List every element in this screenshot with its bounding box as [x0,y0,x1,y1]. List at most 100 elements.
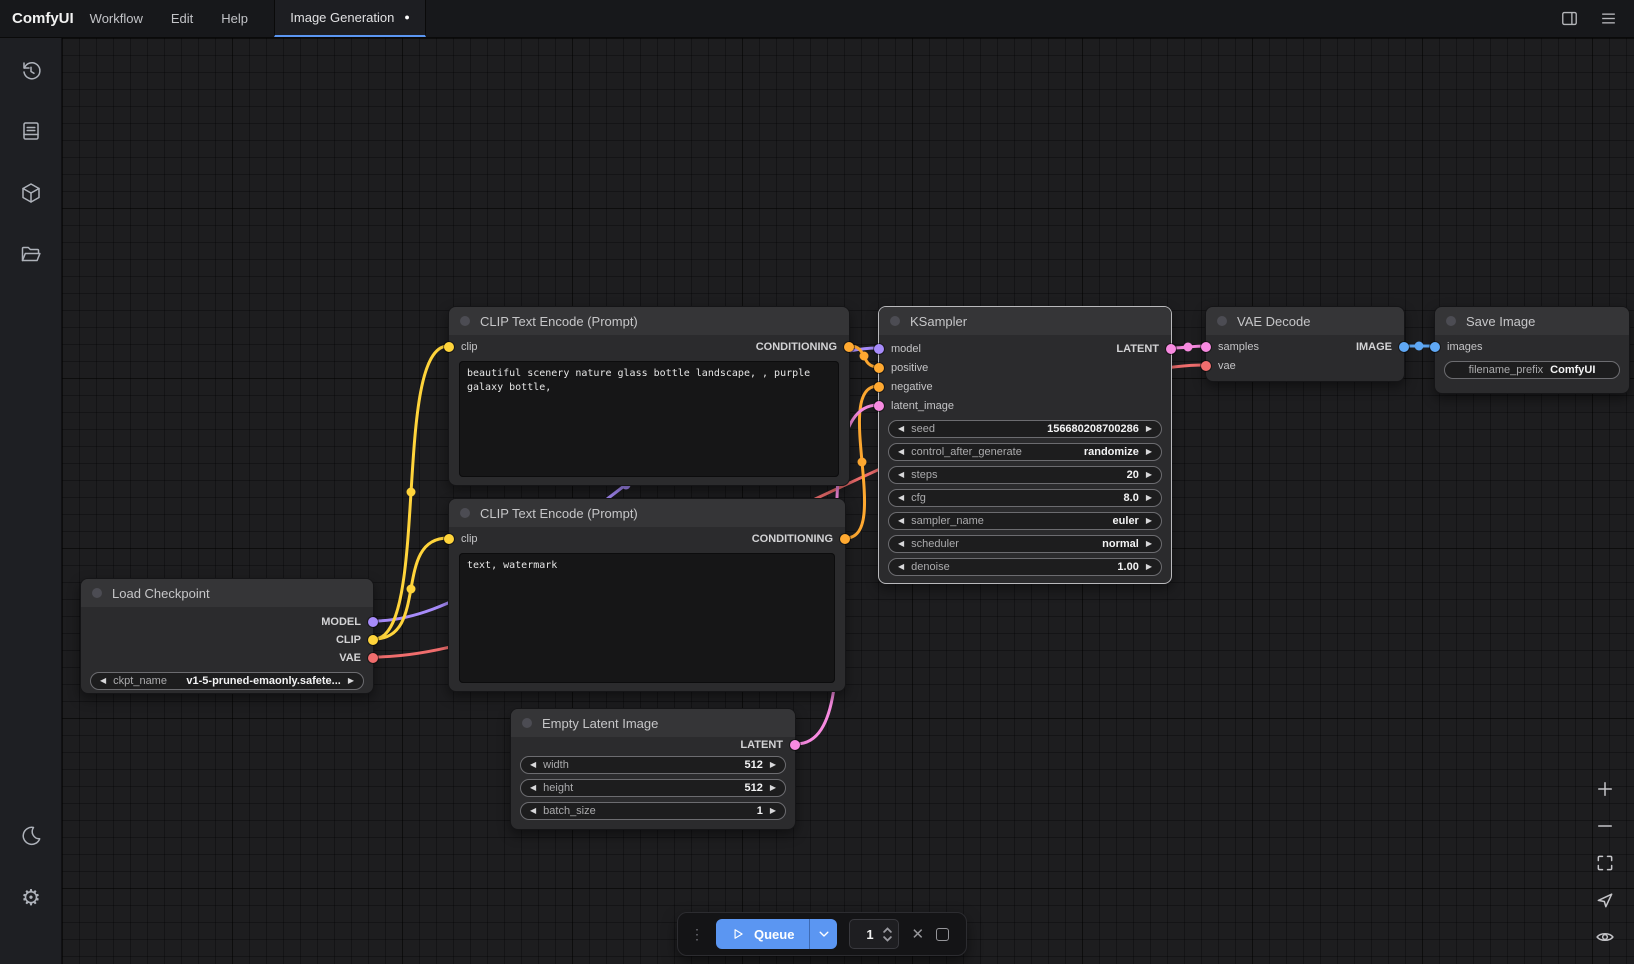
node-title-bar[interactable]: CLIP Text Encode (Prompt) [449,307,849,335]
input-port-latent-image[interactable] [874,401,884,411]
output-port-latent[interactable] [1166,344,1176,354]
node-title-bar[interactable]: Empty Latent Image [511,709,795,737]
increment-icon[interactable]: ▶ [1146,540,1152,548]
sidebar-button-node-library[interactable] [18,118,44,144]
widget-control-after-generate[interactable]: ◀control_after_generaterandomize▶ [888,443,1162,461]
increment-icon[interactable]: ▶ [1146,448,1152,456]
widget-scheduler[interactable]: ◀schedulernormal▶ [888,535,1162,553]
output-port-model[interactable] [368,617,378,627]
node-title-bar[interactable]: VAE Decode [1206,307,1404,335]
widget-denoise[interactable]: ◀denoise1.00▶ [888,558,1162,576]
node-graph-canvas[interactable]: Load Checkpoint MODEL CLIP VAE ◀ ckpt_na… [62,38,1634,964]
widget-width[interactable]: ◀width512▶ [520,756,786,774]
output-port-image[interactable] [1399,342,1409,352]
increment-icon[interactable]: ▶ [770,761,776,769]
increment-icon[interactable]: ▶ [770,807,776,815]
increment-icon[interactable]: ▶ [1146,471,1152,479]
sidebar-button-workflows[interactable] [18,241,44,267]
prompt-textarea[interactable]: text, watermark [459,553,835,683]
drag-handle-icon[interactable]: ⋮ [690,926,704,943]
hamburger-menu-icon[interactable] [1599,9,1618,28]
widget-seed[interactable]: ◀seed156680208700286▶ [888,420,1162,438]
widget-sampler-name[interactable]: ◀sampler_nameeuler▶ [888,512,1162,530]
stepper-down-icon[interactable] [883,936,892,942]
decrement-icon[interactable]: ◀ [898,494,904,502]
decrement-icon[interactable]: ◀ [100,677,106,685]
collapse-dot-icon[interactable] [92,588,102,598]
sidebar-button-theme-toggle[interactable] [18,823,44,849]
increment-icon[interactable]: ▶ [1146,563,1152,571]
node-ksampler[interactable]: KSampler model LATENT positive negative … [878,306,1172,584]
stop-icon[interactable] [936,928,949,941]
queue-button[interactable]: Queue [716,919,837,949]
node-title-bar[interactable]: CLIP Text Encode (Prompt) [449,499,845,527]
widget-filename-prefix[interactable]: filename_prefix ComfyUI [1444,361,1620,379]
node-title-bar[interactable]: KSampler [879,307,1171,335]
node-title-bar[interactable]: Save Image [1435,307,1629,335]
widget-steps[interactable]: ◀steps20▶ [888,466,1162,484]
input-port-images[interactable] [1430,342,1440,352]
menu-item-help[interactable]: Help [221,11,248,26]
input-port-vae[interactable] [1201,361,1211,371]
batch-count-value[interactable]: 1 [856,927,883,942]
sidebar-button-settings[interactable]: ⚙ [18,885,44,911]
fit-view-button[interactable] [1594,852,1616,874]
collapse-dot-icon[interactable] [1446,316,1456,326]
decrement-icon[interactable]: ◀ [898,540,904,548]
tab-image-generation[interactable]: Image Generation ● [274,0,426,37]
input-port-positive[interactable] [874,363,884,373]
select-mode-button[interactable] [1594,889,1616,911]
decrement-icon[interactable]: ◀ [898,425,904,433]
decrement-icon[interactable]: ◀ [898,563,904,571]
stepper-up-icon[interactable] [883,927,892,933]
node-clip-text-encode-negative[interactable]: CLIP Text Encode (Prompt) clip CONDITION… [448,498,846,692]
queue-options-button[interactable] [809,919,837,949]
output-port-conditioning[interactable] [844,342,854,352]
close-icon[interactable]: ✕ [911,925,924,943]
decrement-icon[interactable]: ◀ [898,471,904,479]
sidebar-button-history[interactable] [18,58,44,84]
menu-item-edit[interactable]: Edit [171,11,193,26]
increment-icon[interactable]: ▶ [770,784,776,792]
decrement-icon[interactable]: ◀ [898,517,904,525]
input-port-negative[interactable] [874,382,884,392]
input-port-clip[interactable] [444,342,454,352]
output-port-clip[interactable] [368,635,378,645]
input-port-samples[interactable] [1201,342,1211,352]
input-port-model[interactable] [874,344,884,354]
increment-icon[interactable]: ▶ [1146,425,1152,433]
widget-cfg[interactable]: ◀cfg8.0▶ [888,489,1162,507]
menu-item-workflow[interactable]: Workflow [90,11,143,26]
widget-batch-size[interactable]: ◀batch_size1▶ [520,802,786,820]
node-save-image[interactable]: Save Image images filename_prefix ComfyU… [1434,306,1630,394]
input-port-clip[interactable] [444,534,454,544]
node-vae-decode[interactable]: VAE Decode samples IMAGE vae [1205,306,1405,382]
collapse-dot-icon[interactable] [460,508,470,518]
collapse-dot-icon[interactable] [522,718,532,728]
node-load-checkpoint[interactable]: Load Checkpoint MODEL CLIP VAE ◀ ckpt_na… [80,578,374,694]
widget-ckpt-name[interactable]: ◀ ckpt_name v1-5-pruned-emaonly.safete..… [90,672,364,690]
collapse-dot-icon[interactable] [460,316,470,326]
output-port-conditioning[interactable] [840,534,850,544]
widget-height[interactable]: ◀height512▶ [520,779,786,797]
collapse-dot-icon[interactable] [1217,316,1227,326]
toggle-visibility-button[interactable] [1594,926,1616,948]
increment-icon[interactable]: ▶ [1146,517,1152,525]
increment-icon[interactable]: ▶ [1146,494,1152,502]
prompt-textarea[interactable]: beautiful scenery nature glass bottle la… [459,361,839,477]
node-title-bar[interactable]: Load Checkpoint [81,579,373,607]
collapse-dot-icon[interactable] [890,316,900,326]
node-empty-latent-image[interactable]: Empty Latent Image LATENT ◀width512▶ ◀he… [510,708,796,830]
queue-button-main[interactable]: Queue [716,919,809,949]
zoom-out-button[interactable] [1594,815,1616,837]
output-port-vae[interactable] [368,653,378,663]
node-clip-text-encode-positive[interactable]: CLIP Text Encode (Prompt) clip CONDITION… [448,306,850,486]
batch-count-stepper[interactable]: 1 [849,919,899,949]
decrement-icon[interactable]: ◀ [530,784,536,792]
decrement-icon[interactable]: ◀ [530,761,536,769]
zoom-in-button[interactable] [1594,778,1616,800]
sidebar-button-model-library[interactable] [18,180,44,206]
output-port-latent[interactable] [790,740,800,750]
increment-icon[interactable]: ▶ [348,677,354,685]
decrement-icon[interactable]: ◀ [530,807,536,815]
